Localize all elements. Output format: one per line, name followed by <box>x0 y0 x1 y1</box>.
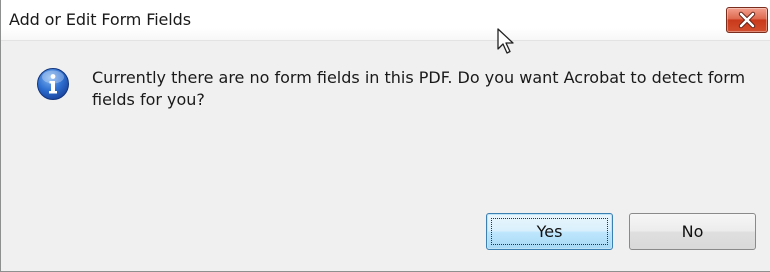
title-bar[interactable]: Add or Edit Form Fields <box>1 0 770 41</box>
window-title: Add or Edit Form Fields <box>9 10 191 29</box>
dialog-message: Currently there are no form fields in th… <box>92 68 746 109</box>
no-button-label: No <box>681 222 704 241</box>
close-button[interactable] <box>726 7 768 33</box>
info-icon <box>37 68 69 100</box>
yes-button-label: Yes <box>536 222 563 241</box>
mouse-cursor-icon <box>497 28 514 54</box>
close-icon <box>738 11 756 29</box>
dialog-window: Add or Edit Form Fields Currently there … <box>0 0 770 272</box>
no-button[interactable]: No <box>629 213 756 250</box>
yes-button[interactable]: Yes <box>486 213 613 250</box>
